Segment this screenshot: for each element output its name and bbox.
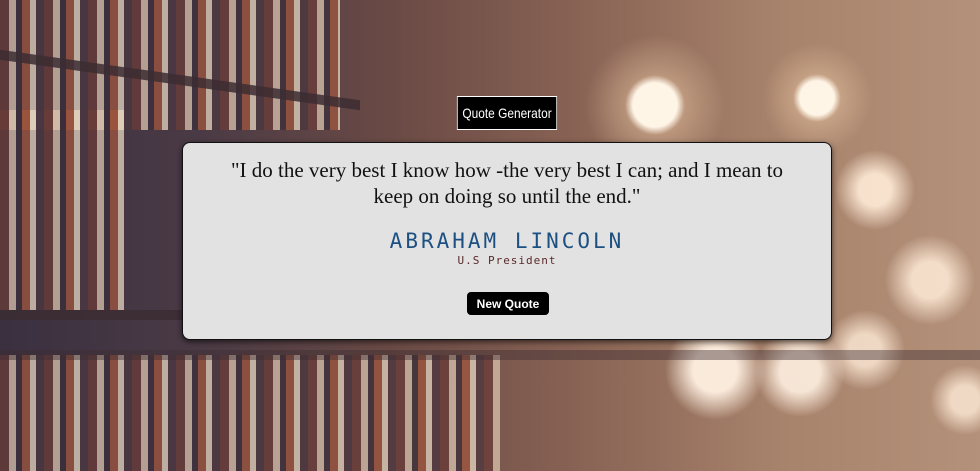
author-role: U.S President [457,254,557,267]
app-title: Quote Generator [456,96,558,130]
quote-card: "I do the very best I know how -the very… [182,142,832,340]
shelf [0,350,980,360]
quote-author: ABRAHAM LINCOLN [389,229,625,253]
bookshelf-books [0,355,500,471]
quote-text: "I do the very best I know how -the very… [230,158,784,208]
bookshelf-books [0,110,125,310]
new-quote-button[interactable]: New Quote [467,292,549,315]
